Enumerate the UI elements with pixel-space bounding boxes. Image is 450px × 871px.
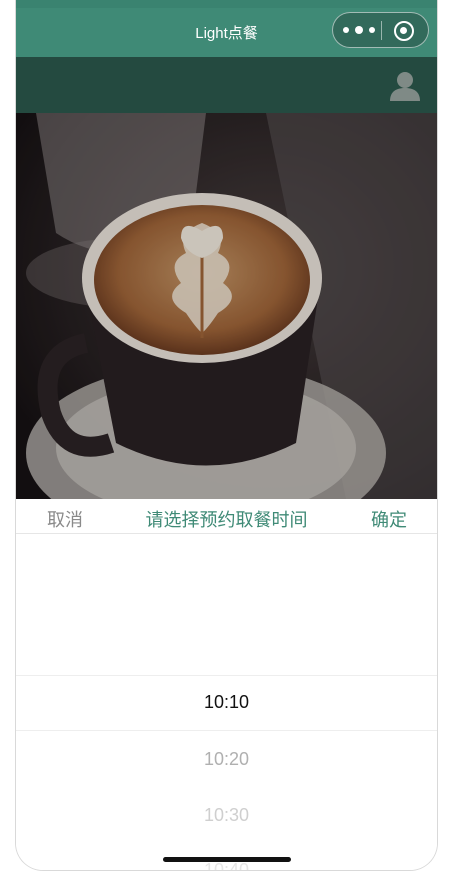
picker-option[interactable]: 10:10 — [16, 692, 437, 713]
time-picker-wheel[interactable]: 10:10 10:20 10:30 10:40 — [16, 534, 437, 870]
hero-coffee-image — [16, 113, 437, 499]
user-avatar-icon[interactable] — [389, 71, 421, 101]
confirm-button[interactable]: 确定 — [371, 506, 407, 532]
home-indicator — [163, 857, 291, 862]
capsule-divider — [381, 21, 382, 40]
picker-option[interactable]: 10:30 — [16, 805, 437, 826]
picker-toolbar: 取消 请选择预约取餐时间 确定 — [16, 499, 437, 534]
more-dots-icon[interactable] — [343, 23, 375, 37]
miniprogram-capsule — [332, 12, 429, 48]
target-close-icon[interactable] — [394, 21, 414, 41]
phone-frame: Light点餐 取消 请选择预约取餐时间 确定 10:10 10:20 10:3… — [15, 0, 438, 871]
nav-titlebar: Light点餐 — [16, 0, 437, 57]
picker-option[interactable]: 10:20 — [16, 749, 437, 770]
subheader-bar — [16, 57, 437, 113]
